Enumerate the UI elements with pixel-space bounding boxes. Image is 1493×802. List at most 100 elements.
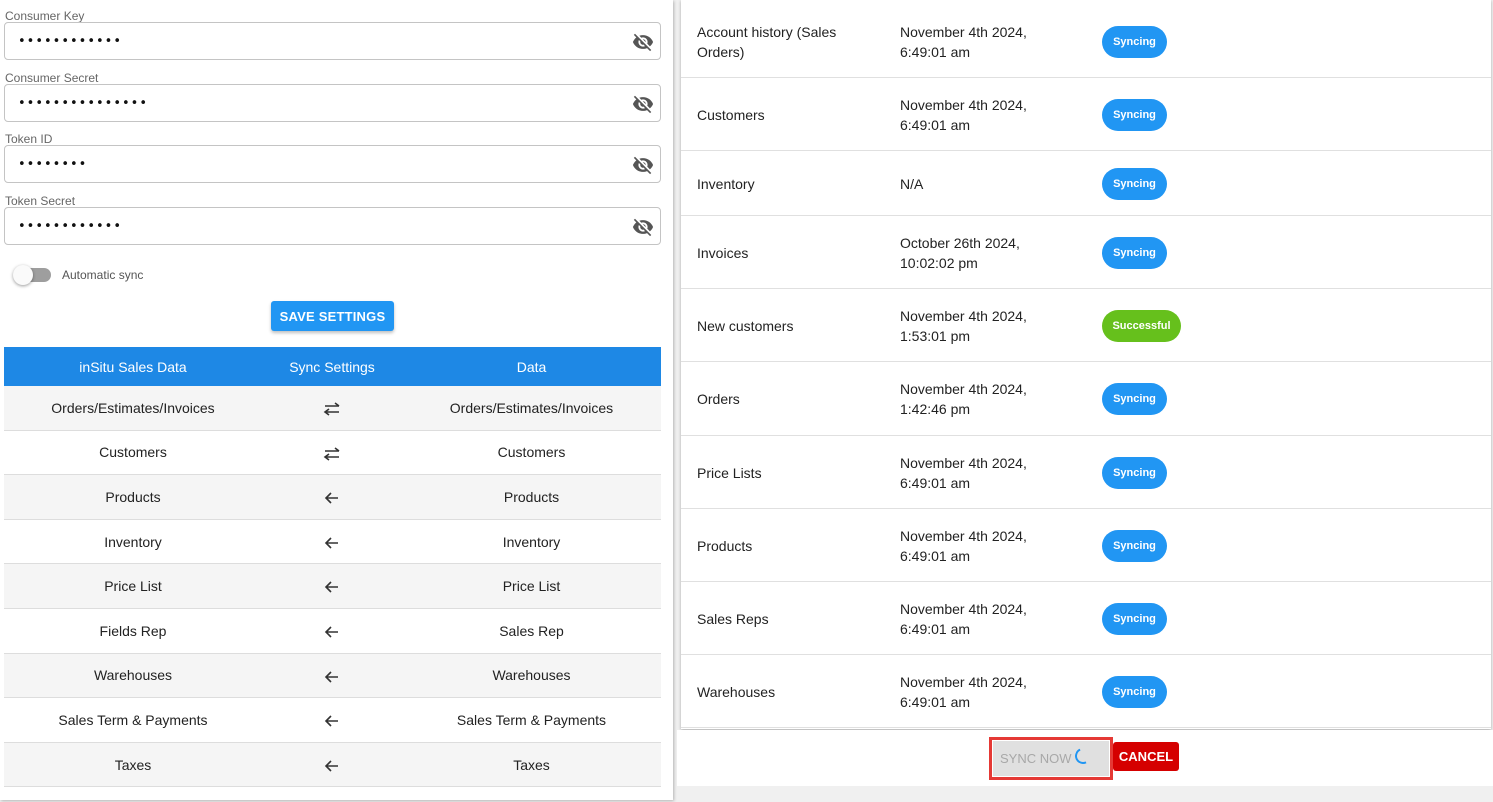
cancel-button[interactable]: CANCEL	[1113, 742, 1179, 771]
status-row: Products November 4th 2024, 6:49:01 am Syn…	[681, 509, 1491, 582]
insitu-field: Orders/Estimates/Invoices	[51, 399, 215, 416]
header-sync-settings: Sync Settings	[289, 358, 375, 375]
arrow-left-icon[interactable]	[262, 667, 402, 683]
arrow-left-icon[interactable]	[262, 578, 402, 594]
status-row: Inventory N/A Syncing	[681, 151, 1491, 216]
token-secret-label: Token Secret	[5, 194, 76, 208]
table-row: Fields Rep Sales Rep	[4, 608, 661, 654]
status-row: Orders November 4th 2024, 1:42:46 pm Synci…	[681, 362, 1491, 436]
status-badge: Successful	[1102, 309, 1181, 342]
data-field: Orders/Estimates/Invoices	[449, 399, 614, 416]
insitu-field: Price List	[104, 578, 162, 595]
data-field: Inventory	[502, 533, 561, 550]
status-name: Invoices	[697, 244, 749, 261]
status-row: New customers November 4th 2024, 1:53:01 …	[681, 289, 1491, 362]
status-row: Price Lists November 4th 2024, 6:49:01 am…	[681, 436, 1491, 509]
arrow-left-icon[interactable]	[262, 623, 402, 639]
status-name: Sales Reps	[697, 610, 769, 627]
status-name: Products	[697, 537, 753, 554]
sync-now-button[interactable]: SYNC NOW	[993, 741, 1109, 776]
consumer-secret-label: Consumer Secret	[5, 71, 99, 85]
status-name: Account history (Sales Orders)	[697, 23, 837, 60]
save-settings-button[interactable]: SAVE SETTINGS	[271, 301, 394, 331]
insitu-field: Sales Term & Payments	[58, 711, 208, 728]
status-date: November 4th 2024, 6:49:01 am	[900, 600, 1027, 637]
table-row: Inventory Inventory	[4, 519, 661, 565]
settings-panel: Consumer Key •••••••••••• Consumer Secre…	[0, 0, 673, 800]
status-name: Warehouses	[697, 683, 776, 700]
status-row: Invoices October 26th 2024, 10:02:02 pm Sy…	[681, 216, 1491, 289]
table-body: Orders/Estimates/Invoices Orders/Estimate…	[4, 386, 661, 788]
data-field: Price List	[502, 578, 561, 595]
token-secret-value: ••••••••••••	[18, 219, 123, 234]
eye-off-icon[interactable]	[632, 216, 654, 238]
status-badge: Syncing	[1102, 456, 1167, 489]
table-row: Warehouses Warehouses	[4, 653, 661, 699]
status-badge: Syncing	[1102, 602, 1167, 635]
arrow-left-icon[interactable]	[262, 756, 402, 772]
table-header: inSitu Sales Data Sync Settings Data	[4, 347, 661, 386]
token-id-input[interactable]: ••••••••	[4, 145, 661, 183]
sync-status-card: Account history (Sales Orders) November 4…	[681, 0, 1491, 729]
insitu-field: Warehouses	[93, 667, 173, 684]
automatic-sync-toggle[interactable]	[13, 265, 51, 285]
insitu-field: Inventory	[104, 533, 162, 550]
arrow-left-icon[interactable]	[262, 712, 402, 728]
status-name: New customers	[697, 317, 794, 334]
data-field: Warehouses	[492, 667, 571, 684]
data-field: Products	[503, 488, 560, 505]
automatic-sync-label: Automatic sync	[62, 268, 144, 282]
status-date: October 26th 2024, 10:02:02 pm	[900, 234, 1020, 271]
eye-off-icon[interactable]	[632, 93, 654, 115]
header-insitu-sales-data: inSitu Sales Data	[79, 358, 187, 375]
status-badge: Syncing	[1102, 236, 1167, 269]
status-date: November 4th 2024, 6:49:01 am	[900, 673, 1027, 710]
swap-arrows-icon[interactable]	[262, 400, 402, 416]
table-row: Price List Price List	[4, 564, 661, 609]
table-row: Orders/Estimates/Invoices Orders/Estimate…	[4, 386, 661, 431]
status-row: Customers November 4th 2024, 6:49:01 am Sy…	[681, 78, 1491, 151]
status-row: Warehouses November 4th 2024, 6:49:01 am S…	[681, 655, 1491, 728]
table-row: Products Products	[4, 475, 661, 520]
table-row: Customers Customers	[4, 430, 661, 476]
status-name: Customers	[697, 106, 765, 123]
arrow-left-icon[interactable]	[262, 489, 402, 505]
sync-mapping-table: inSitu Sales Data Sync Settings Data Ord…	[4, 347, 661, 788]
status-badge: Syncing	[1102, 98, 1167, 131]
status-badge: Syncing	[1102, 383, 1167, 415]
consumer-key-value: ••••••••••••	[18, 34, 123, 49]
header-data: Data	[516, 358, 547, 375]
token-secret-input[interactable]: ••••••••••••	[4, 207, 661, 245]
insitu-field: Products	[105, 488, 161, 505]
status-date: November 4th 2024, 6:49:01 am	[900, 454, 1027, 491]
status-date: November 4th 2024, 6:49:01 am	[900, 527, 1027, 564]
eye-off-icon[interactable]	[632, 154, 654, 176]
swap-arrows-icon[interactable]	[262, 444, 402, 461]
insitu-field: Customers	[99, 444, 167, 461]
status-row: Account history (Sales Orders) November 4…	[681, 5, 1491, 78]
eye-off-icon[interactable]	[632, 31, 654, 53]
consumer-secret-value: •••••••••••••••	[18, 96, 149, 111]
status-name: Price Lists	[697, 464, 762, 481]
table-row: Taxes Taxes	[4, 742, 661, 788]
status-date: November 4th 2024, 1:42:46 pm	[900, 381, 1027, 417]
data-field: Taxes	[513, 756, 550, 773]
token-id-label: Token ID	[5, 132, 53, 146]
status-date: N/A	[900, 175, 924, 192]
toggle-thumb	[13, 265, 33, 285]
consumer-secret-input[interactable]: •••••••••••••••	[4, 84, 661, 122]
status-row: Sales Reps November 4th 2024, 6:49:01 am S…	[681, 582, 1491, 655]
status-badge: Syncing	[1102, 25, 1167, 58]
data-field: Sales Rep	[499, 622, 564, 639]
status-date: November 4th 2024, 6:49:01 am	[900, 96, 1027, 133]
data-field: Sales Term & Payments	[456, 711, 607, 728]
status-badge: Syncing	[1102, 675, 1167, 708]
insitu-field: Fields Rep	[99, 622, 167, 639]
status-date: November 4th 2024, 6:49:01 am	[900, 23, 1027, 60]
token-id-value: ••••••••	[18, 157, 88, 172]
consumer-key-input[interactable]: ••••••••••••	[4, 22, 661, 60]
arrow-left-icon[interactable]	[262, 533, 402, 549]
consumer-key-label: Consumer Key	[5, 9, 85, 23]
table-row: Sales Term & Payments Sales Term & Paymen…	[4, 698, 661, 743]
status-name: Orders	[697, 391, 740, 407]
